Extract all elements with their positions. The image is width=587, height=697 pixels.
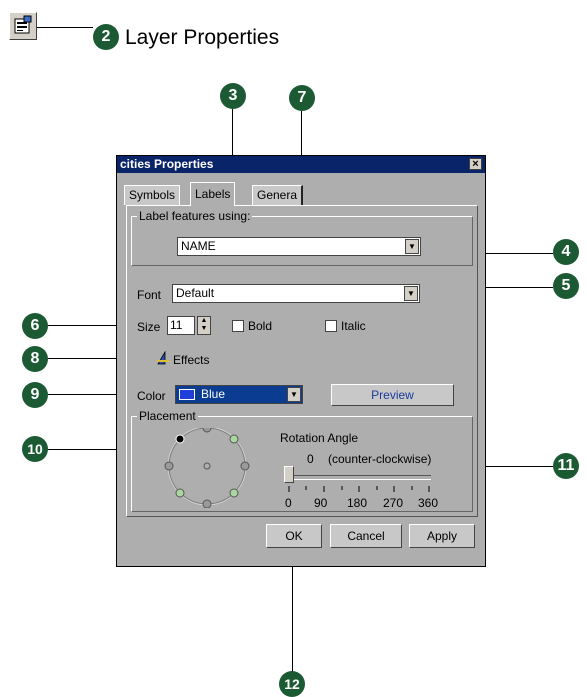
stepper-up-icon[interactable]: ▲	[198, 317, 210, 325]
callout-2: 2	[93, 24, 119, 50]
placement-group-label: Placement	[137, 409, 198, 423]
size-label: Size	[137, 320, 161, 334]
rotation-slider-ticks	[288, 486, 430, 492]
font-select[interactable]: Default ▼	[172, 284, 420, 303]
callout-line-8	[48, 358, 116, 359]
placement-dot-center	[203, 462, 211, 470]
font-value: Default	[176, 286, 215, 300]
ok-button[interactable]: OK	[266, 524, 322, 548]
tick-label: 270	[383, 496, 404, 510]
callout-line-4	[486, 253, 553, 254]
callout-line-9	[48, 394, 116, 395]
rotation-value: 0	[307, 452, 314, 466]
effects-label[interactable]: Effects	[173, 353, 209, 367]
chevron-down-icon: ▼	[287, 387, 301, 402]
size-stepper[interactable]: ▲ ▼	[197, 316, 211, 335]
placement-dot-sw	[175, 488, 185, 498]
cancel-button[interactable]: Cancel	[330, 524, 402, 548]
apply-button[interactable]: Apply	[409, 524, 475, 548]
callout-6: 6	[22, 313, 48, 339]
tab-general[interactable]: Genera	[252, 185, 304, 205]
color-label: Color	[137, 389, 166, 403]
bold-label: Bold	[248, 319, 273, 333]
callout-line-2	[37, 27, 93, 28]
placement-dot-s	[202, 499, 212, 508]
color-select[interactable]: Blue ▼	[175, 385, 303, 404]
page-title: Layer Properties	[125, 26, 280, 49]
size-input[interactable]: 11	[167, 316, 195, 335]
tick-label: 0	[285, 496, 292, 510]
italic-checkbox[interactable]	[325, 320, 337, 332]
placement-dot-w	[164, 461, 174, 471]
callout-line-11	[486, 466, 553, 467]
label-field-value: NAME	[181, 239, 216, 253]
rotation-slider-track[interactable]	[291, 475, 431, 480]
label-features-group-label: Label features using:	[137, 209, 253, 223]
callout-line-12	[292, 567, 293, 674]
bold-checkbox[interactable]	[232, 320, 244, 332]
callout-8: 8	[22, 346, 48, 372]
italic-label: Italic	[341, 319, 366, 333]
layer-properties-button[interactable]	[9, 12, 37, 40]
dialog-title: cities Properties	[120, 157, 214, 171]
callout-12: 12	[279, 671, 305, 697]
rotation-direction: (counter-clockwise)	[328, 452, 432, 466]
placement-dot-ne	[229, 434, 239, 444]
placement-dot-e	[240, 461, 250, 471]
callout-9: 9	[22, 382, 48, 408]
callout-line-5	[486, 287, 553, 288]
tab-symbols[interactable]: Symbols	[124, 185, 181, 205]
stepper-down-icon[interactable]: ▼	[198, 325, 210, 333]
callout-3: 3	[220, 83, 246, 109]
color-swatch	[179, 389, 195, 400]
rotation-slider-thumb[interactable]	[284, 466, 294, 483]
placement-dot-se	[229, 488, 239, 498]
preview-button[interactable]: Preview	[331, 384, 454, 406]
color-value: Blue	[201, 387, 226, 401]
callout-10: 10	[22, 436, 48, 462]
dialog-titlebar: cities Properties ×	[117, 156, 485, 173]
callout-11: 11	[553, 453, 579, 479]
rotation-angle-label: Rotation Angle	[280, 431, 359, 445]
layer-properties-icon	[14, 15, 32, 34]
labels-panel: Label features using: NAME ▼ Font Defaul…	[126, 205, 478, 517]
placement-dial[interactable]	[157, 428, 259, 508]
callout-7: 7	[289, 85, 315, 111]
tick-label: 90	[314, 496, 328, 510]
callout-line-10	[48, 449, 116, 450]
chevron-down-icon: ▼	[405, 239, 419, 254]
placement-dot-n	[202, 428, 212, 433]
label-field-select[interactable]: NAME ▼	[177, 237, 421, 256]
cities-properties-dialog: cities Properties × Symbols Labels Gener…	[116, 155, 486, 567]
tick-label: 360	[418, 496, 439, 510]
tab-labels[interactable]: Labels	[190, 182, 236, 206]
tick-label: 180	[347, 496, 368, 510]
effects-icon[interactable]	[156, 350, 170, 370]
placement-dot-nw	[175, 434, 185, 444]
callout-5: 5	[553, 273, 579, 299]
callout-4: 4	[553, 239, 579, 265]
close-icon[interactable]: ×	[469, 158, 482, 170]
callout-line-6	[48, 325, 116, 326]
chevron-down-icon: ▼	[404, 286, 418, 301]
font-label: Font	[137, 288, 162, 302]
